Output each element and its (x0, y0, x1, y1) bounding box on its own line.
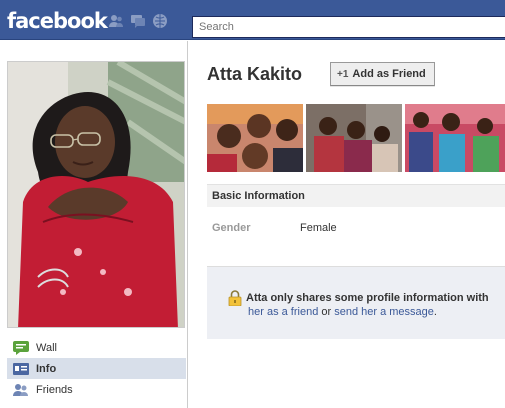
info-icon (13, 362, 29, 375)
profile-picture[interactable] (7, 61, 185, 328)
notifications-icon[interactable] (152, 13, 168, 29)
photo-strip (207, 104, 505, 172)
profile-name: Atta Kakito (207, 64, 303, 84)
search-input[interactable] (193, 17, 505, 37)
wall-icon (13, 340, 29, 355)
nav-item-info[interactable]: Info (7, 358, 186, 379)
add-as-friend-link[interactable]: her as a friend (248, 306, 318, 318)
gender-label: Gender (212, 222, 251, 234)
main-content: Atta Kakito +1 Add as Friend Basic Infor… (207, 41, 505, 408)
column-divider (187, 41, 188, 408)
friend-requests-icon[interactable] (108, 13, 124, 29)
messages-icon[interactable] (130, 13, 146, 29)
notice-or-text: or (318, 306, 335, 318)
top-bar: facebook (0, 0, 505, 40)
facebook-logo[interactable]: facebook (7, 9, 108, 33)
notice-period: . (433, 306, 437, 318)
tagged-photo[interactable] (405, 104, 505, 172)
jewel-bar (108, 13, 168, 29)
search-box[interactable] (192, 16, 505, 38)
add-friend-icon: +1 (337, 68, 349, 80)
left-column: Wall Info Friends (0, 41, 187, 408)
friends-icon (13, 383, 28, 396)
nav-item-friends[interactable]: Friends (7, 379, 186, 400)
nav-label-wall: Wall (36, 341, 57, 354)
tagged-photo[interactable] (306, 104, 402, 172)
lock-icon (228, 290, 242, 306)
notice-text: Atta only shares some profile informatio… (246, 292, 489, 304)
notice-actions: her as a friend or send her a message. (248, 306, 437, 318)
add-friend-button[interactable]: +1 Add as Friend (330, 62, 435, 86)
nav-label-info: Info (36, 362, 57, 375)
send-message-link[interactable]: send her a message (334, 306, 434, 318)
gender-value: Female (300, 222, 337, 234)
profile-nav: Wall Info Friends (7, 337, 186, 400)
basic-info-header: Basic Information (207, 184, 505, 207)
privacy-notice: Atta only shares some profile informatio… (207, 266, 505, 339)
add-friend-label: Add as Friend (352, 68, 426, 80)
nav-label-friends: Friends (36, 383, 73, 396)
nav-item-wall[interactable]: Wall (7, 337, 186, 358)
tagged-photo[interactable] (207, 104, 303, 172)
